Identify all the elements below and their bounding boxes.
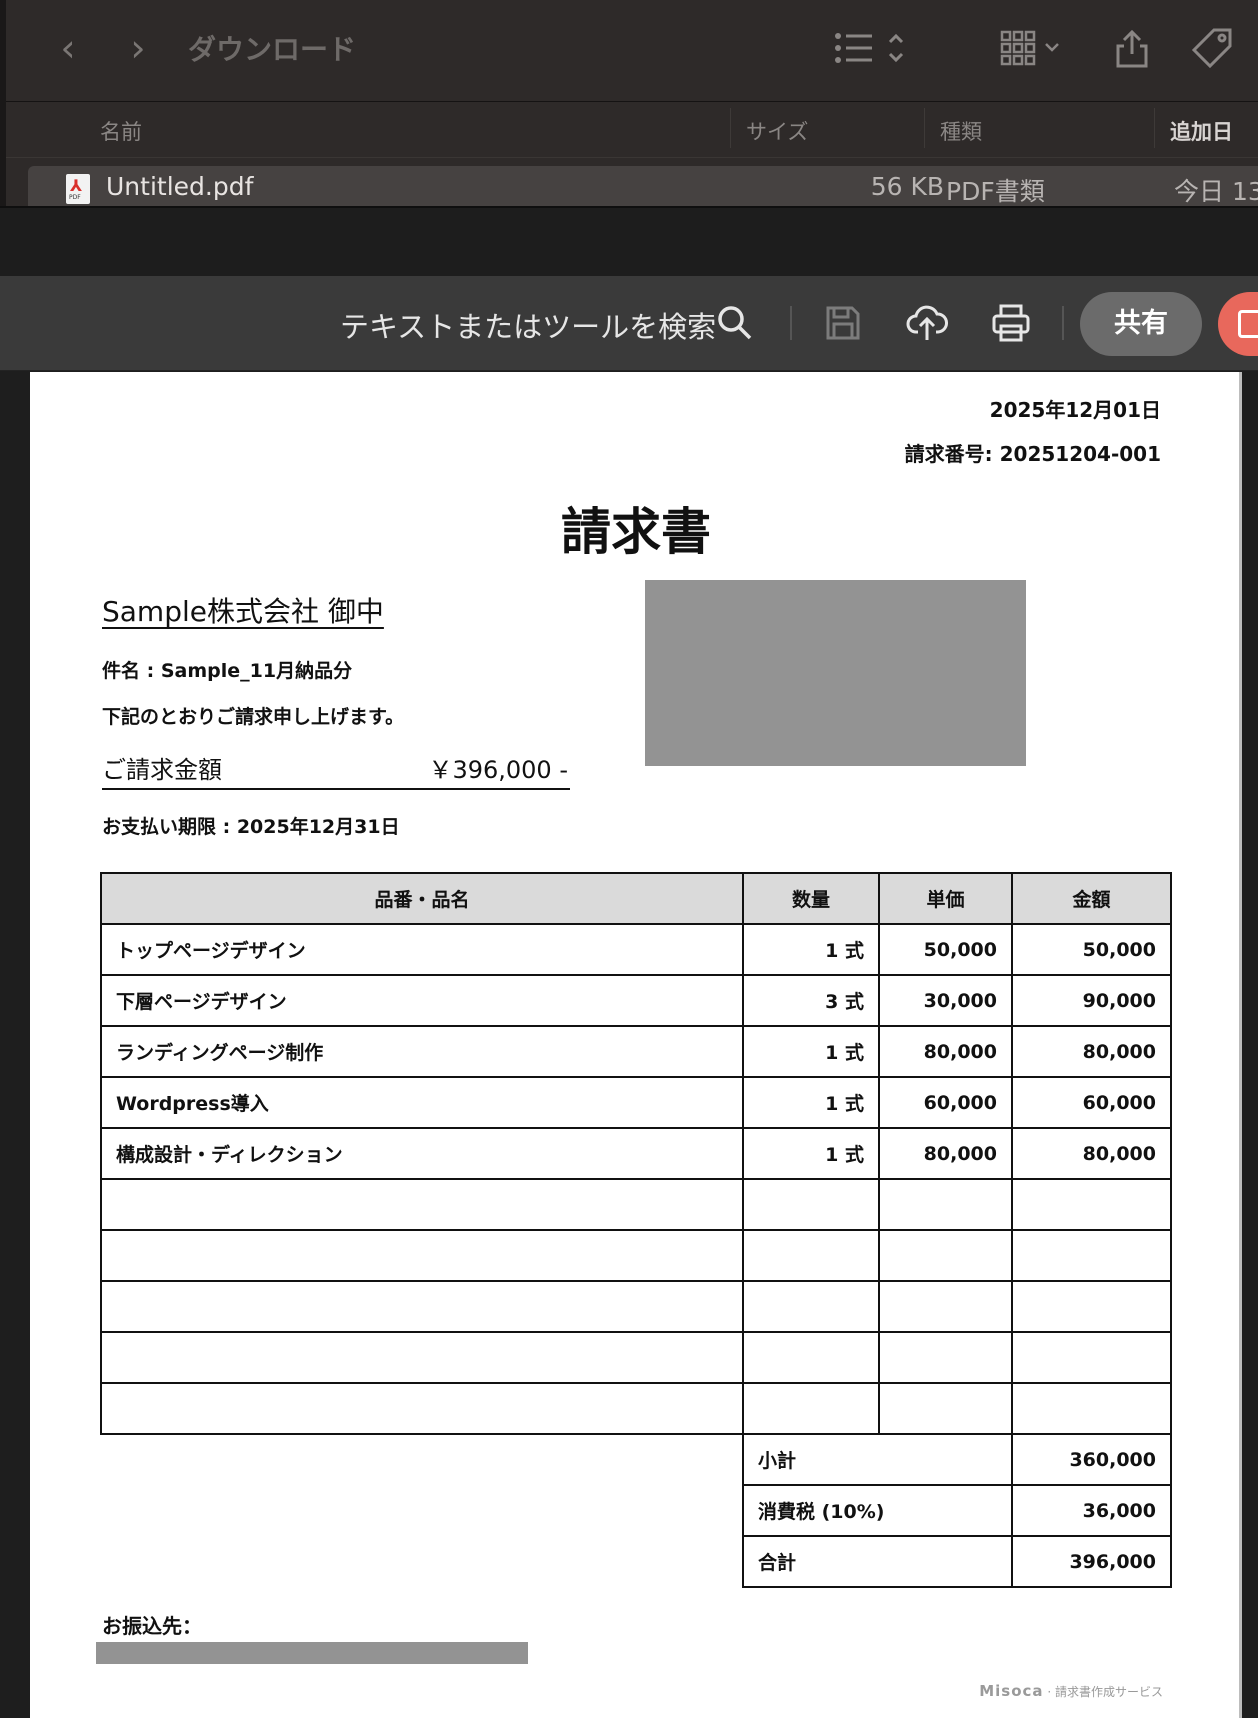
subtotal-row: 小計 360,000 <box>742 1433 1172 1486</box>
column-kind[interactable]: 種類 <box>940 116 982 146</box>
back-icon[interactable]: ‹ <box>50 28 86 68</box>
invoice-subject: 件名 : Sample_11月納品分 <box>102 660 353 682</box>
brand-suffix: · 請求書作成サービス <box>1047 1685 1163 1699</box>
redacted-issuer-block <box>645 580 1026 766</box>
item-unit-price: 80,000 <box>878 1025 1013 1078</box>
bank-transfer-label: お振込先： <box>102 1614 202 1638</box>
pdf-viewer-toolbar: テキストまたはツールを検索 共有 <box>0 276 1258 371</box>
item-name: 構成設計・ディレクション <box>100 1127 744 1180</box>
toolbar-divider <box>790 306 792 340</box>
item-amount: 80,000 <box>1011 1025 1172 1078</box>
comment-icon <box>1238 310 1258 338</box>
group-icon[interactable] <box>996 26 1076 70</box>
table-header-row: 品番・品名 数量 単価 金額 <box>100 872 1172 925</box>
file-size: 56 KB <box>870 172 944 201</box>
finder-toolbar: ‹ › ダウンロード <box>6 0 1258 102</box>
table-row: 下層ページデザイン 3 式 30,000 90,000 <box>100 974 1172 1027</box>
item-amount: 50,000 <box>1011 923 1172 976</box>
totals-table: 小計 360,000 消費税 (10%) 36,000 合計 396,000 <box>742 1433 1172 1588</box>
file-date-added: 今日 13: <box>1174 177 1258 206</box>
empty-row <box>100 1382 1172 1435</box>
header-item: 品番・品名 <box>100 872 744 925</box>
item-name: Wordpress導入 <box>100 1076 744 1129</box>
file-kind: PDF書類 <box>946 177 1045 206</box>
item-name: トップページデザイン <box>100 923 744 976</box>
table-row: トップページデザイン 1 式 50,000 50,000 <box>100 923 1172 976</box>
invoice-number: 請求番号: 20251204-001 <box>904 442 1161 466</box>
billing-amount-value: ￥396,000 - <box>428 756 568 784</box>
share-icon[interactable] <box>1112 26 1152 70</box>
file-name: Untitled.pdf <box>106 172 254 201</box>
invoice-intro: 下記のとおりご請求申し上げます。 <box>102 706 405 728</box>
column-divider[interactable] <box>730 108 731 148</box>
tag-icon[interactable] <box>1188 26 1236 70</box>
column-divider[interactable] <box>1154 108 1155 148</box>
pdf-page: 2025年12月01日 請求番号: 20251204-001 請求書 Sampl… <box>30 372 1242 1718</box>
brand-footer: Misoca · 請求書作成サービス <box>979 1682 1163 1700</box>
save-icon[interactable] <box>824 304 862 342</box>
item-unit-price: 30,000 <box>878 974 1013 1027</box>
item-amount: 90,000 <box>1011 974 1172 1027</box>
header-unit-price: 単価 <box>878 872 1013 925</box>
invoice-date: 2025年12月01日 <box>989 398 1161 422</box>
table-row: 構成設計・ディレクション 1 式 80,000 80,000 <box>100 1127 1172 1180</box>
item-qty: 1 式 <box>742 923 880 976</box>
empty-row <box>100 1178 1172 1231</box>
payment-due: お支払い期限 : 2025年12月31日 <box>102 816 400 838</box>
invoice-title: 請求書 <box>561 502 711 561</box>
item-qty: 1 式 <box>742 1076 880 1129</box>
window-gap <box>0 206 1258 276</box>
column-added[interactable]: 追加日 <box>1170 116 1233 146</box>
client-name: Sample株式会社 御中 <box>102 595 384 628</box>
folder-title: ダウンロード <box>188 33 357 66</box>
list-view-icon[interactable] <box>832 26 912 70</box>
column-size[interactable]: サイズ <box>746 116 808 146</box>
item-qty: 3 式 <box>742 974 880 1027</box>
column-header: 名前 サイズ 種類 追加日 <box>6 102 1258 158</box>
item-qty: 1 式 <box>742 1127 880 1180</box>
file-row[interactable]: ⅄PDF Untitled.pdf 56 KB PDF書類 今日 13: <box>28 166 1258 206</box>
toolbar-divider <box>1062 306 1064 340</box>
item-amount: 60,000 <box>1011 1076 1172 1129</box>
item-name: 下層ページデザイン <box>100 974 744 1027</box>
empty-row <box>100 1331 1172 1384</box>
pdf-file-icon: ⅄ PDF <box>66 174 90 204</box>
subtotal-label: 小計 <box>742 1433 1013 1486</box>
item-unit-price: 50,000 <box>878 923 1013 976</box>
comment-button[interactable] <box>1218 292 1258 356</box>
item-name: ランディングページ制作 <box>100 1025 744 1078</box>
total-value: 396,000 <box>1011 1535 1172 1588</box>
column-divider[interactable] <box>924 108 925 148</box>
cloud-upload-icon[interactable] <box>906 302 948 344</box>
finder-window: ‹ › ダウンロード 名前 サイズ 種類 追加日 ⅄ PDF Untitled.… <box>0 0 1258 206</box>
tax-label: 消費税 (10%) <box>742 1484 1013 1537</box>
header-qty: 数量 <box>742 872 880 925</box>
forward-icon[interactable]: › <box>120 28 156 68</box>
total-label: 合計 <box>742 1535 1013 1588</box>
column-name[interactable]: 名前 <box>100 116 142 146</box>
header-amount: 金額 <box>1011 872 1172 925</box>
table-row: ランディングページ制作 1 式 80,000 80,000 <box>100 1025 1172 1078</box>
print-icon[interactable] <box>990 302 1032 344</box>
tax-value: 36,000 <box>1011 1484 1172 1537</box>
redacted-bank-info <box>96 1642 528 1664</box>
brand-logo: Misoca <box>979 1682 1044 1700</box>
subtotal-value: 360,000 <box>1011 1433 1172 1486</box>
tax-row: 消費税 (10%) 36,000 <box>742 1484 1172 1537</box>
share-button[interactable]: 共有 <box>1080 292 1202 356</box>
search-icon[interactable] <box>716 304 754 342</box>
table-row: Wordpress導入 1 式 60,000 60,000 <box>100 1076 1172 1129</box>
item-qty: 1 式 <box>742 1025 880 1078</box>
empty-row <box>100 1229 1172 1282</box>
items-table: 品番・品名 数量 単価 金額 トップページデザイン 1 式 50,000 50,… <box>100 872 1172 1435</box>
total-row: 合計 396,000 <box>742 1535 1172 1588</box>
empty-row <box>100 1280 1172 1333</box>
tool-search-field[interactable]: テキストまたはツールを検索 <box>340 304 716 346</box>
item-unit-price: 80,000 <box>878 1127 1013 1180</box>
item-amount: 80,000 <box>1011 1127 1172 1180</box>
item-unit-price: 60,000 <box>878 1076 1013 1129</box>
billing-amount: ご請求金額 ￥396,000 - <box>102 750 570 790</box>
billing-amount-label: ご請求金額 <box>102 756 222 784</box>
